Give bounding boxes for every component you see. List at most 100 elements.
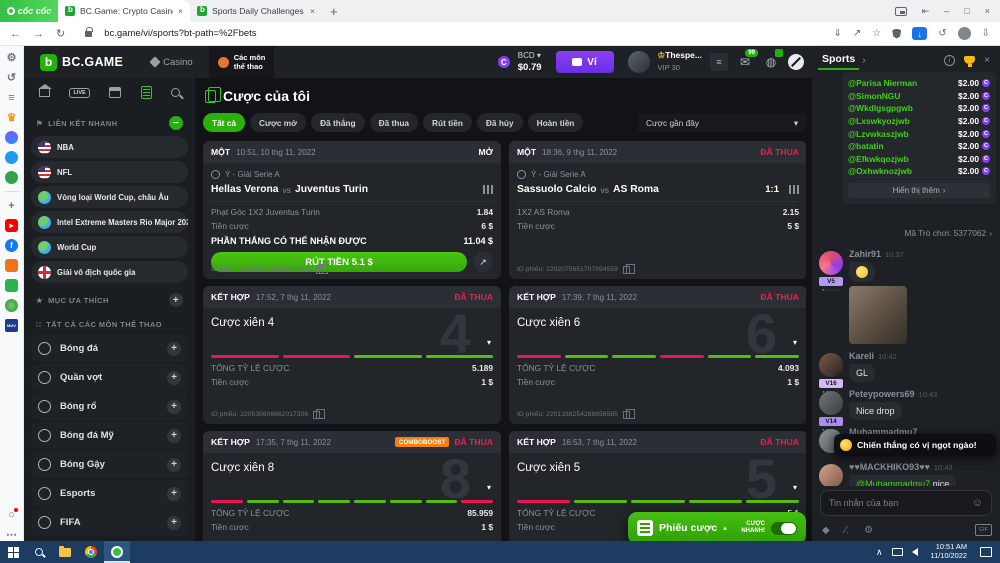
filter-pill[interactable]: Đã hủy — [477, 113, 523, 132]
chat-username[interactable]: ♥♥MACKHIKO93♥♥ — [849, 462, 930, 472]
bookmark-star-icon[interactable]: ☆ — [872, 28, 881, 39]
winner-name[interactable]: @SimonNGU — [848, 91, 900, 101]
history-icon[interactable]: ↺ — [5, 71, 18, 84]
nav-sports-tab[interactable]: Các mônthể thao — [209, 46, 275, 78]
muv-icon[interactable]: MUV — [5, 319, 18, 332]
chat-tab-sports[interactable]: Sports — [822, 53, 855, 68]
betslip-widget[interactable]: Phiếu cược ▴ CƯỢCNHANH! — [628, 512, 806, 541]
vip-progress-icon[interactable]: ≡ — [710, 53, 728, 71]
share-icon[interactable]: ↗ — [853, 28, 861, 39]
sport-category-item[interactable]: Bóng đá + — [31, 335, 188, 362]
chevron-right-icon[interactable]: › — [862, 55, 865, 66]
filter-pill[interactable]: Tất cả — [203, 113, 245, 132]
match-row[interactable]: Hellas Verona vs Juventus Turin — [211, 184, 493, 202]
taskbar-search-icon[interactable] — [26, 541, 52, 563]
filter-pill[interactable]: Hoàn tiền — [528, 113, 584, 132]
action-center-icon[interactable] — [980, 547, 992, 557]
filter-pill[interactable]: Đã thắng — [311, 113, 365, 132]
my-bets-icon[interactable] — [141, 86, 152, 99]
maximize-button[interactable]: □ — [964, 6, 969, 16]
chat-avatar[interactable] — [819, 464, 843, 486]
coin-drop-icon[interactable]: ◆ — [822, 525, 830, 536]
nav-casino[interactable]: Casino — [151, 57, 193, 68]
quick-link-item[interactable]: Vòng loại World Cup, châu Âu — [31, 186, 188, 208]
bcgame-logo-text[interactable]: BC.GAME — [62, 55, 123, 69]
search-icon[interactable] — [171, 88, 180, 97]
copy-icon[interactable] — [316, 266, 323, 274]
tab-close-icon[interactable]: × — [310, 6, 315, 16]
close-button[interactable]: × — [985, 6, 990, 16]
url-text[interactable]: bc.game/vi/sports?bt-path=%2Fbets — [104, 28, 821, 39]
filter-pill[interactable]: Rút tiền — [423, 113, 472, 132]
minimize-button[interactable]: – — [944, 6, 949, 16]
chat-username[interactable]: Zahir91 — [849, 249, 881, 259]
browser-tab[interactable]: BC.Game: Crypto Casino Gan × — [58, 0, 190, 22]
expand-sport-button[interactable]: + — [167, 487, 181, 501]
expand-sport-button[interactable]: + — [167, 516, 181, 530]
quick-link-item[interactable]: World Cup — [31, 236, 188, 258]
chat-username[interactable]: Kareli — [849, 351, 874, 361]
copy-icon[interactable] — [623, 411, 630, 419]
filter-pill[interactable]: Đã thua — [370, 113, 418, 132]
winner-name[interactable]: @batatin — [848, 141, 884, 151]
quick-link-item[interactable]: Intel Extreme Masters Rio Major 2022 — [31, 211, 188, 233]
sync-icon[interactable]: ↺ — [938, 28, 946, 39]
tab-search-icon[interactable]: ⇤ — [922, 6, 930, 17]
expand-combo-icon[interactable]: ▾ — [487, 483, 491, 492]
forward-button[interactable]: → — [33, 28, 44, 40]
download-active-icon[interactable]: ↓ — [912, 27, 927, 40]
quick-link-item[interactable]: NBA — [31, 136, 188, 158]
leaf-icon[interactable] — [5, 299, 18, 312]
sport-category-item[interactable]: FIFA + — [31, 509, 188, 536]
collapse-quick-links-button[interactable]: − — [169, 116, 183, 130]
chat-gif[interactable] — [849, 286, 907, 344]
live-tab[interactable]: LIVE — [69, 88, 89, 98]
winner-name[interactable]: @Parisa Nierman — [848, 78, 917, 88]
profile-avatar[interactable] — [958, 27, 971, 40]
chat-settings-icon[interactable]: ⚙ — [864, 525, 873, 536]
add-favorite-button[interactable]: + — [169, 293, 183, 307]
sport-category-item[interactable]: Esports + — [31, 480, 188, 507]
emoji-picker-icon[interactable]: ☺ — [972, 497, 983, 509]
messages-icon[interactable]: ✉99 — [736, 55, 754, 69]
winner-name[interactable]: @Oxhwknozjwb — [848, 166, 912, 176]
add-shortcut-icon[interactable]: + — [5, 199, 18, 212]
store-icon[interactable] — [5, 279, 18, 292]
chat-avatar[interactable] — [819, 391, 843, 415]
tray-expand-icon[interactable]: ∧ — [876, 547, 883, 558]
stats-icon[interactable] — [483, 185, 493, 194]
notifications-bell-icon[interactable]: ○ — [5, 508, 18, 521]
crown-icon[interactable]: ♛ — [5, 111, 18, 124]
info-icon[interactable]: i — [944, 55, 955, 66]
copy-icon[interactable] — [313, 411, 320, 419]
expand-sport-button[interactable]: + — [167, 371, 181, 385]
more-icon[interactable]: ⋯ — [5, 528, 18, 541]
share-bet-icon[interactable]: ↗ — [473, 252, 493, 272]
chat-rules-icon[interactable]: ⁄. — [845, 525, 849, 536]
schedule-icon[interactable] — [109, 87, 121, 98]
expand-sport-button[interactable]: + — [167, 342, 181, 356]
user-meta[interactable]: ♔Thespe...VIP 30 — [658, 50, 702, 74]
file-explorer-icon[interactable] — [52, 541, 78, 563]
sport-category-item[interactable]: Bóng đá Mỹ + — [31, 422, 188, 449]
volume-icon[interactable] — [912, 548, 918, 556]
reload-button[interactable]: ↻ — [56, 27, 65, 40]
facebook-icon[interactable]: f — [5, 239, 18, 252]
game-code-link[interactable]: Mã Trò chơi: 5377062› — [904, 228, 992, 238]
show-more-button[interactable]: Hiển thị thêm› — [848, 183, 990, 198]
chrome-icon[interactable] — [78, 541, 104, 563]
bcgame-logo-icon[interactable]: b — [40, 54, 57, 71]
games-icon[interactable] — [5, 171, 18, 184]
winner-name[interactable]: @Efkwkqozjwb — [848, 154, 909, 164]
sport-category-item[interactable]: Bóng Gậy + — [31, 451, 188, 478]
expand-sport-button[interactable]: + — [167, 458, 181, 472]
winner-name[interactable]: @Wkdlgsgpgwb — [848, 103, 913, 113]
coccoc-brand[interactable]: cốc cốc — [0, 0, 58, 22]
new-tab-button[interactable]: + — [330, 4, 338, 19]
twitter-icon[interactable] — [5, 151, 18, 164]
back-button[interactable]: ← — [10, 28, 21, 40]
notifications-icon[interactable]: ◍ — [762, 55, 780, 69]
copy-icon[interactable] — [623, 266, 630, 274]
reading-list-icon[interactable]: ≡ — [5, 91, 18, 104]
sort-dropdown[interactable]: Cược gần đây▾ — [638, 113, 806, 132]
